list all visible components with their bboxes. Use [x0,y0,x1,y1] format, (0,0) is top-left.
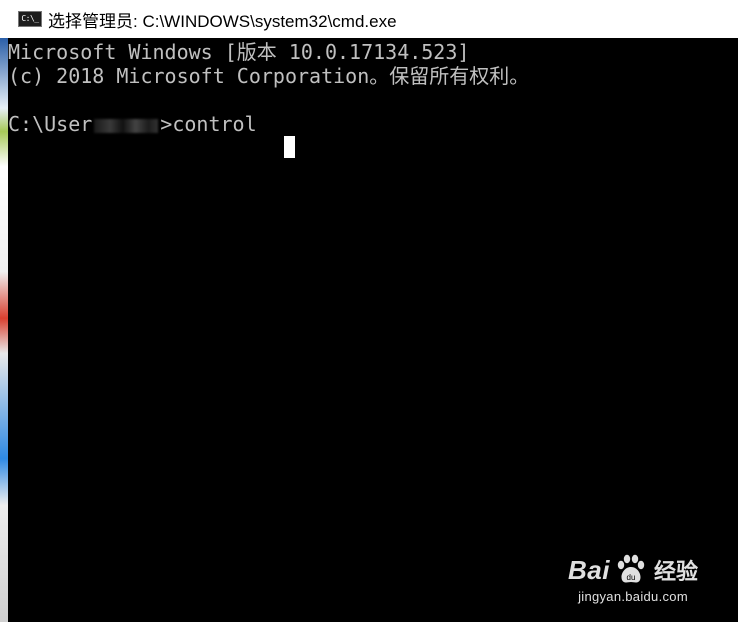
cmd-app-icon[interactable]: C:\_ [18,11,42,27]
watermark-url: jingyan.baidu.com [578,589,688,604]
baidu-paw-icon: du [617,554,645,583]
prompt-path-prefix: C:\User [8,112,93,136]
baidu-jingyan-watermark: Bai du 经验 jingyan.baidu.com [568,553,698,605]
desktop-background-strip [0,38,8,622]
prompt-command: >control [160,112,257,136]
console-line-version: Microsoft Windows [版本 10.0.17134.523] [8,40,470,64]
watermark-brand-right: 经验 [653,559,698,584]
window-titlebar[interactable]: C:\_ 选择管理员: C:\WINDOWS\system32\cmd.exe [0,0,738,38]
console-area[interactable]: Microsoft Windows [版本 10.0.17134.523] (c… [8,38,738,622]
watermark-brand-left: Bai [568,554,610,585]
console-prompt-line: C:\User >control [8,112,257,136]
window-title: 选择管理员: C:\WINDOWS\system32\cmd.exe [48,11,397,31]
text-cursor [284,136,295,158]
svg-text:du: du [627,573,636,582]
redacted-username [94,118,159,133]
console-line-copyright: (c) 2018 Microsoft Corporation。保留所有权利。 [8,64,530,88]
cmd-icon-text: C:\_ [21,14,39,23]
